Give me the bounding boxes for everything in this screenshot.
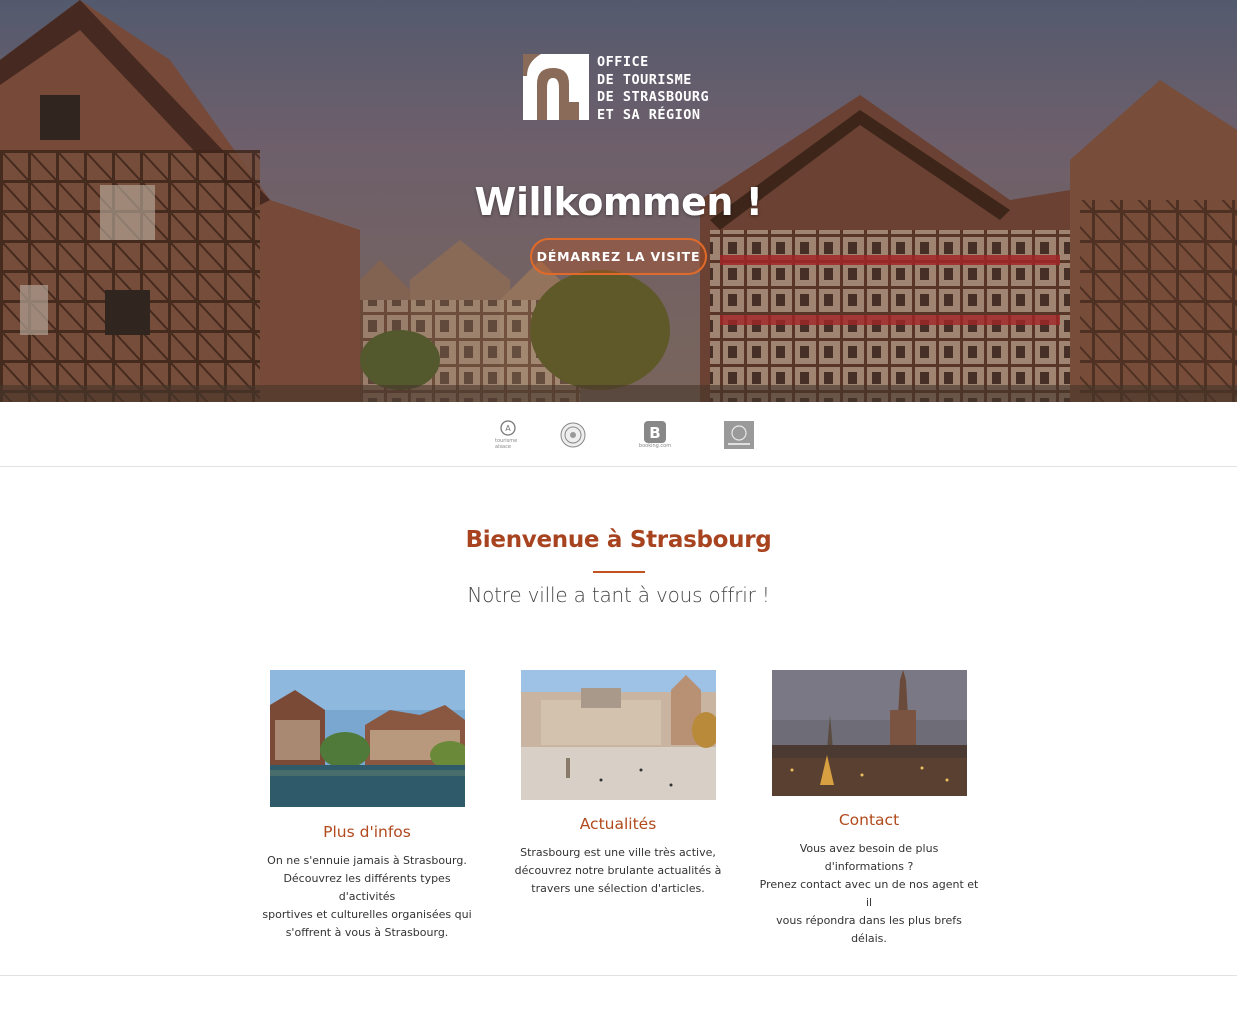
title-divider — [593, 571, 645, 573]
card-text-plus-infos: On ne s'ennuie jamais à Strasbourg. Déco… — [257, 852, 477, 942]
hero-title: Willkommen ! — [474, 180, 763, 224]
partner-label: booking.com — [638, 443, 672, 449]
alsace-icon: A — [500, 420, 516, 436]
card-text-line: Strasbourg est une ville très active, — [520, 846, 716, 859]
card-text-line: Vous avez besoin de plus d'informations … — [799, 842, 939, 873]
card-text-line: travers une sélection d'articles. — [531, 882, 705, 895]
card-text-line: On ne s'ennuie jamais à Strasbourg. — [267, 854, 467, 867]
partner-label: tourisme alsace — [495, 438, 518, 450]
logo-line: ET SA RÉGION — [597, 106, 701, 123]
card-title-actualites[interactable]: Actualités — [508, 815, 728, 833]
tourism-office-logo-icon — [523, 54, 589, 120]
footer-divider — [0, 975, 1237, 976]
svg-text:B: B — [649, 424, 660, 442]
svg-text:A: A — [505, 424, 511, 433]
logo-line: DE TOURISME — [597, 71, 692, 88]
card-text-line: Découvrez les différents types d'activit… — [283, 872, 451, 903]
card-image-plus-infos[interactable] — [270, 670, 465, 807]
badge-icon — [724, 421, 754, 449]
card-text-contact: Vous avez besoin de plus d'informations … — [759, 840, 979, 948]
card-text-line: découvrez notre brulante actualités à — [514, 864, 722, 877]
logo-line: DE STRASBOURG — [597, 89, 710, 105]
tourism-office-logo-text: OFFICE DE TOURISME DE STRASBOURG ET SA R… — [597, 54, 709, 124]
strasbourg-seal-logo[interactable] — [560, 420, 586, 450]
card-text-line: vous répondra dans les plus brefs délais… — [776, 914, 962, 945]
welcome-subtitle: Notre ville a tant à vous offrir ! — [467, 583, 770, 607]
partner-badge-logo[interactable] — [724, 420, 754, 450]
card-text-actualites: Strasbourg est une ville très active, dé… — [508, 844, 728, 898]
tourism-office-logo[interactable]: OFFICE DE TOURISME DE STRASBOURG ET SA R… — [523, 54, 723, 124]
hero-banner: OFFICE DE TOURISME DE STRASBOURG ET SA R… — [0, 0, 1237, 402]
booking-icon: B — [644, 421, 666, 443]
welcome-title: Bienvenue à Strasbourg — [465, 527, 772, 553]
booking-logo[interactable]: B booking.com — [638, 420, 672, 450]
petite-france-photo — [270, 670, 465, 807]
card-text-line: s'offrent à vous à Strasbourg. — [285, 926, 449, 939]
card-title-contact[interactable]: Contact — [759, 811, 979, 829]
seal-icon — [560, 422, 586, 448]
cathedral-night-photo — [772, 670, 967, 796]
start-visit-button[interactable]: DÉMARREZ LA VISITE — [530, 238, 707, 275]
card-text-line: sportives et culturelles organisées qui — [262, 908, 472, 921]
card-text-line: Prenez contact avec un de nos agent et i… — [759, 878, 979, 909]
card-image-actualites[interactable] — [521, 670, 716, 800]
tourisme-alsace-logo[interactable]: A tourisme alsace — [495, 420, 521, 450]
card-image-contact[interactable] — [772, 670, 967, 796]
logo-line: OFFICE — [597, 54, 649, 70]
partner-logos-bar: A tourisme alsace B booking.com — [0, 402, 1237, 467]
place-kleber-photo — [521, 670, 716, 800]
card-title-plus-infos[interactable]: Plus d'infos — [257, 823, 477, 841]
